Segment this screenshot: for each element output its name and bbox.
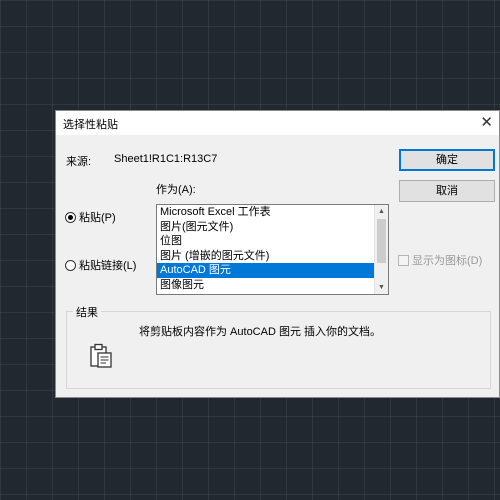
clipboard-icon	[90, 343, 112, 368]
cancel-button[interactable]: 取消	[399, 180, 495, 202]
source-value: Sheet1!R1C1:R13C7	[114, 153, 218, 165]
paste-link-radio-label: 粘贴链接(L)	[79, 260, 137, 272]
paste-radio[interactable]: 粘贴(P)	[65, 209, 116, 225]
paste-link-radio[interactable]: 粘贴链接(L)	[65, 257, 136, 273]
close-icon[interactable]: ✕	[480, 113, 493, 131]
list-item[interactable]: Microsoft Excel 工作表	[157, 205, 388, 220]
list-item[interactable]: 图片 (增嵌的图元文件)	[157, 249, 388, 264]
result-group-title: 结果	[73, 304, 101, 320]
result-group: 结果 将剪贴板内容作为 AutoCAD 图元 插入你的文档。	[66, 304, 491, 389]
scrollbar-thumb[interactable]	[377, 219, 386, 263]
listbox-scrollbar[interactable]: ▲ ▼	[374, 205, 388, 294]
display-as-icon-checkbox[interactable]: 显示为图标(D)	[398, 252, 482, 268]
display-as-icon-label: 显示为图标(D)	[412, 255, 483, 267]
paste-special-dialog: 选择性粘贴 ✕ 来源: Sheet1!R1C1:R13C7 作为(A): 确定 …	[55, 110, 500, 398]
list-item-selected[interactable]: AutoCAD 图元	[157, 263, 388, 278]
paste-radio-button[interactable]	[65, 211, 76, 223]
as-listbox[interactable]: Microsoft Excel 工作表 图片(图元文件) 位图 图片 (增嵌的图…	[156, 204, 389, 295]
dialog-title: 选择性粘贴	[63, 119, 118, 131]
dialog-titlebar[interactable]: 选择性粘贴 ✕	[56, 111, 499, 135]
result-text: 将剪贴板内容作为 AutoCAD 图元 插入你的文档。	[139, 326, 382, 338]
list-item[interactable]: 图片(图元文件)	[157, 220, 388, 235]
chevron-down-icon[interactable]: ▼	[375, 281, 388, 294]
list-item[interactable]: 位图	[157, 234, 388, 249]
display-as-icon-box[interactable]	[398, 254, 409, 266]
source-label: 来源:	[66, 156, 92, 168]
chevron-up-icon[interactable]: ▲	[375, 205, 388, 218]
list-item[interactable]: 图像图元	[157, 278, 388, 293]
paste-radio-label: 粘贴(P)	[79, 212, 116, 224]
ok-button[interactable]: 确定	[399, 149, 495, 171]
as-label: 作为(A):	[156, 184, 196, 196]
paste-link-radio-button[interactable]	[65, 259, 76, 271]
